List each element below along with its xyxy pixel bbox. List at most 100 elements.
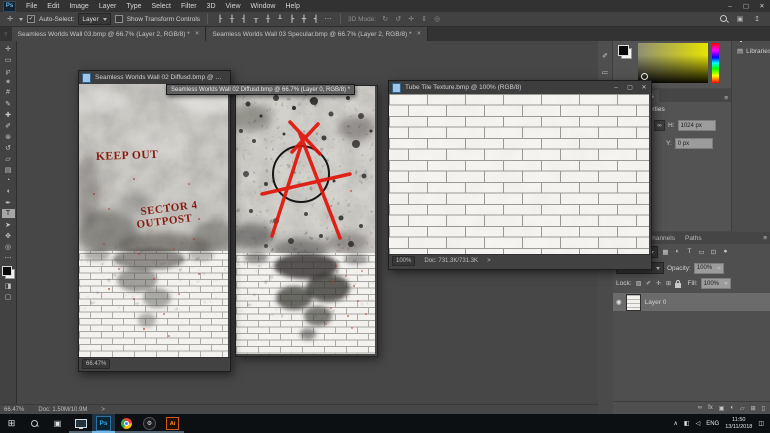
maximize-icon[interactable]: ▢ [623,81,637,94]
clock[interactable]: 11:50 13/11/2018 [725,417,752,430]
properties-panel-icon[interactable]: ≔ [602,69,609,77]
edit-toolbar-icon[interactable]: ⋯ [2,253,15,262]
3d-roll-icon[interactable]: ↺ [393,15,403,23]
color-panel-swatches[interactable] [618,45,632,59]
healing-brush-tool[interactable]: ✚ [2,110,15,119]
status-chevron-icon[interactable]: > [101,407,105,413]
zoom-tool[interactable]: ◎ [2,242,15,251]
menu-window[interactable]: Window [246,3,281,10]
blur-tool[interactable]: ◔ [2,176,15,185]
menu-3d[interactable]: 3D [202,3,221,10]
canvas-tube-tile[interactable] [389,94,649,254]
move-tool[interactable]: ✛ [2,44,15,53]
link-layers-icon[interactable]: ∞ [698,405,702,412]
menu-help[interactable]: Help [280,3,304,10]
distribute-left-icon[interactable]: ┣ [287,15,297,23]
distribute-center-icon[interactable]: ╋ [299,15,309,23]
filter-adjustment-layers-icon[interactable]: ◐ [673,248,682,256]
lock-all-icon[interactable] [674,279,681,288]
tab-paths[interactable]: Paths [679,232,707,244]
eyedropper-tool[interactable]: ✎ [2,99,15,108]
hue-slider[interactable] [712,43,719,83]
network-icon[interactable]: ◧ [684,420,690,427]
opacity-field[interactable]: 100% [693,262,724,274]
speaker-icon[interactable]: ◁ [696,420,701,427]
path-selection-tool[interactable]: ➤ [2,220,15,229]
filter-shape-layers-icon[interactable]: ▭ [697,248,706,256]
link-dimensions-icon[interactable]: ∞ [654,120,665,131]
document-tab-1[interactable]: Seamless Worlds Wall 03.bmp @ 66.7% (Lay… [11,27,207,41]
menu-view[interactable]: View [221,3,246,10]
layer-row-selected[interactable]: ◉ Layer 0 [613,293,770,311]
filter-smart-objects-icon[interactable]: ⊡ [709,248,718,256]
menu-type[interactable]: Type [121,3,146,10]
share-image-icon[interactable]: ↥ [752,15,762,23]
menu-filter[interactable]: Filter [176,3,202,10]
lock-artboard-icon[interactable]: ⊞ [665,280,673,288]
lasso-tool[interactable]: ℘ [2,66,15,75]
task-view-button[interactable]: ▣ [46,414,69,433]
menu-select[interactable]: Select [147,3,176,10]
crop-tool[interactable]: # [2,88,15,97]
taskbar-photoshop-button[interactable]: Ps [92,414,115,433]
align-middle-vertical-icon[interactable]: ╂ [263,15,273,23]
3d-zoom-icon[interactable]: ◎ [432,15,442,23]
brush-settings-panel-icon[interactable]: ✐ [602,52,608,60]
3d-pan-icon[interactable]: ✛ [406,15,416,23]
lock-transparent-pixels-icon[interactable]: ▨ [635,280,643,288]
zoom-level[interactable]: 66.47% [82,359,111,369]
panel-menu-icon[interactable]: ≡ [724,95,731,102]
menu-edit[interactable]: Edit [42,3,64,10]
layer-filter-toggle-icon[interactable]: ● [721,248,730,256]
pen-tool[interactable]: ✒ [2,198,15,207]
start-button[interactable]: ⊞ [0,414,23,433]
distribute-right-icon[interactable]: ┫ [311,15,321,23]
minimize-icon[interactable]: – [609,81,623,94]
align-left-icon[interactable]: ┠ [215,15,225,23]
foreground-color-swatch[interactable] [618,45,629,56]
filter-type-layers-icon[interactable]: T [685,248,694,256]
app-close-button[interactable]: ✕ [754,0,770,12]
taskbar-illustrator-button[interactable]: Ai [161,414,184,433]
hand-tool[interactable]: ✥ [2,231,15,240]
delete-layer-icon[interactable]: ▯ [762,405,765,412]
marquee-tool[interactable]: ▭ [2,55,15,64]
y-field[interactable]: 0 px [674,138,713,149]
document-tab-2[interactable]: Seamless Worlds Wall 03 Specular.bmp @ 6… [206,27,429,41]
window-title-bar[interactable]: Tube Tile Texture.bmp @ 100% (RGB/8) – ▢… [389,81,651,94]
new-adjustment-layer-icon[interactable]: ◐ [730,405,734,412]
align-bottom-icon[interactable]: ┸ [275,15,285,23]
type-tool[interactable]: T [1,209,15,218]
history-brush-tool[interactable]: ↺ [2,143,15,152]
new-group-icon[interactable]: ▱ [740,405,745,412]
menu-file[interactable]: File [21,3,42,10]
taskbar-file-explorer-button[interactable] [69,414,92,433]
taskbar-search-button[interactable] [23,414,46,433]
taskbar-chrome-button[interactable] [115,414,138,433]
3d-slide-icon[interactable]: ⇕ [419,15,429,23]
lock-image-pixels-icon[interactable]: ✐ [645,280,653,288]
auto-select-checkbox[interactable]: ✓ [27,15,35,23]
quick-mask-icon[interactable]: ◨ [2,281,15,290]
more-align-options-icon[interactable]: ⋯ [323,15,333,23]
layer-name[interactable]: Layer 0 [645,299,667,306]
color-spectrum-field[interactable] [638,43,708,83]
canvas-specular[interactable] [236,86,375,354]
align-center-horizontal-icon[interactable]: ╂ [227,15,237,23]
photoshop-logo-icon[interactable]: Ps [3,0,16,12]
align-top-icon[interactable]: ┰ [251,15,261,23]
tray-chevron-icon[interactable]: ∧ [673,420,677,427]
window-title-bar[interactable]: Seamless Worlds Wall 02 Diffusd.bmp @ … … [79,71,230,84]
height-field[interactable]: 1024 px [677,120,716,131]
minimize-icon[interactable]: – [226,71,230,84]
search-icon[interactable] [720,15,728,23]
gradient-tool[interactable]: ▤ [2,165,15,174]
brush-tool[interactable]: ✐ [2,121,15,130]
close-icon[interactable]: ✕ [195,31,200,37]
zoom-level[interactable]: 66.47% [4,407,24,413]
tool-preset-arrow-icon[interactable] [19,17,23,21]
eraser-tool[interactable]: ▱ [2,154,15,163]
screen-mode-icon[interactable]: ▢ [2,292,15,301]
layer-visibility-eye-icon[interactable]: ◉ [616,298,622,306]
dodge-tool[interactable]: ◖ [2,187,15,196]
